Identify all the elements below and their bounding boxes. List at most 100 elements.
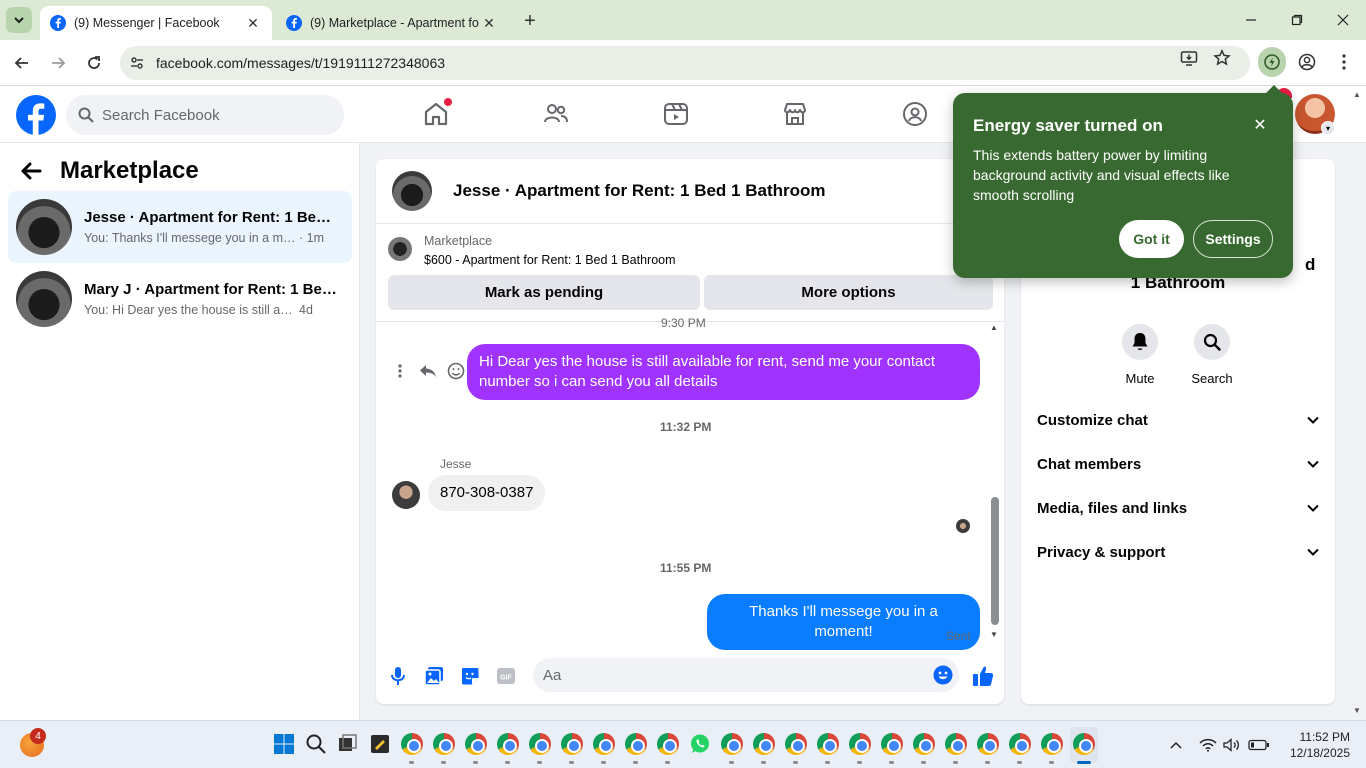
page-scroll-down-icon[interactable]: ▼ (1353, 706, 1363, 716)
reload-button[interactable] (82, 51, 106, 75)
chrome-icon[interactable] (1041, 733, 1063, 755)
chrome-icon[interactable] (561, 733, 583, 755)
back-arrow-icon[interactable] (20, 162, 42, 180)
emoji-icon[interactable] (933, 665, 953, 690)
search-input[interactable] (102, 106, 322, 124)
chrome-icon[interactable] (913, 733, 935, 755)
chrome-icon[interactable] (881, 733, 903, 755)
browser-menu-icon[interactable] (1335, 53, 1353, 71)
back-button[interactable] (10, 51, 34, 75)
chrome-icon[interactable] (529, 733, 551, 755)
media-files-links-row[interactable]: Media, files and links (1037, 493, 1319, 523)
chrome-icon[interactable] (817, 733, 839, 755)
attach-photo-icon[interactable] (422, 664, 446, 688)
more-vertical-icon[interactable] (386, 360, 414, 382)
page-scroll-up-icon[interactable]: ▲ (1353, 90, 1363, 100)
friends-icon[interactable] (542, 100, 570, 128)
chrome-icon[interactable] (785, 733, 807, 755)
more-options-button[interactable]: More options (704, 275, 993, 310)
wifi-icon[interactable] (1198, 735, 1218, 755)
message-input-box[interactable] (533, 658, 959, 692)
got-it-button[interactable]: Got it (1119, 220, 1184, 258)
minimize-button[interactable] (1228, 0, 1274, 40)
running-indicator (921, 761, 926, 764)
chat-title[interactable]: Jesse · Apartment for Rent: 1 Bed 1 Bath… (453, 181, 826, 201)
scroll-up-icon[interactable]: ▲ (990, 323, 998, 332)
listing-summary[interactable]: Marketplace $600 - Apartment for Rent: 1… (388, 234, 676, 267)
customize-chat-row[interactable]: Customize chat (1037, 405, 1319, 435)
chrome-icon[interactable] (721, 733, 743, 755)
gif-icon[interactable]: GIF (494, 664, 518, 688)
like-thumbs-up-icon[interactable] (971, 664, 995, 688)
marketplace-icon[interactable] (781, 100, 809, 128)
voice-clip-icon[interactable] (386, 664, 410, 688)
scroll-down-icon[interactable]: ▼ (990, 630, 998, 639)
listing-thumbnail (388, 237, 412, 261)
search-icon[interactable] (305, 733, 327, 755)
chrome-icon[interactable] (593, 733, 615, 755)
privacy-support-row[interactable]: Privacy & support (1037, 537, 1319, 567)
chat-members-row[interactable]: Chat members (1037, 449, 1319, 479)
close-tab-icon[interactable]: ✕ (244, 14, 262, 32)
system-clock[interactable]: 11:52 PM 12/18/2025 (1284, 729, 1350, 761)
sticker-icon[interactable] (458, 664, 482, 688)
close-window-button[interactable] (1320, 0, 1366, 40)
profile-account-icon[interactable] (1298, 53, 1316, 71)
install-app-icon[interactable] (1180, 49, 1198, 67)
chrome-icon[interactable] (977, 733, 999, 755)
mute-button[interactable]: Mute (1110, 324, 1170, 386)
sticky-notes-icon[interactable] (369, 733, 391, 755)
address-bar[interactable]: facebook.com/messages/t/1919111272348063 (120, 46, 1250, 80)
incoming-message[interactable]: 870-308-0387 (428, 475, 546, 511)
outgoing-message[interactable]: Hi Dear yes the house is still available… (467, 344, 980, 400)
chrome-icon[interactable] (753, 733, 775, 755)
whatsapp-icon[interactable] (689, 733, 711, 755)
tab-messenger[interactable]: (9) Messenger | Facebook ✕ (40, 6, 272, 40)
forward-button[interactable] (46, 51, 70, 75)
chrome-icon[interactable] (1009, 733, 1031, 755)
battery-icon[interactable] (1248, 735, 1270, 755)
show-hidden-icons[interactable] (1166, 735, 1186, 755)
new-tab-button[interactable]: + (519, 10, 541, 32)
listing-thumbnail (16, 199, 72, 255)
energy-saver-button[interactable] (1258, 47, 1286, 77)
conversation-item-mary-j[interactable]: Mary J · Apartment for Rent: 1 Bed... Yo… (8, 263, 352, 335)
chevron-down-icon (14, 17, 24, 24)
react-emoji-icon[interactable] (442, 360, 470, 382)
chrome-icon[interactable] (849, 733, 871, 755)
tab-marketplace[interactable]: (9) Marketplace - Apartment fo ✕ (276, 6, 508, 40)
chrome-icon[interactable] (945, 733, 967, 755)
tab-list-button[interactable] (6, 7, 32, 33)
sender-avatar[interactable] (392, 481, 420, 509)
windows-start-icon[interactable] (273, 733, 295, 755)
chrome-icon[interactable] (465, 733, 487, 755)
message-scrollbar[interactable]: ▲ ▼ (990, 323, 1000, 641)
reply-icon[interactable] (414, 360, 442, 382)
video-icon[interactable] (662, 100, 690, 128)
facebook-search-box[interactable] (66, 95, 344, 135)
volume-icon[interactable] (1222, 735, 1242, 755)
scrollbar-thumb[interactable] (991, 497, 999, 625)
site-info-icon[interactable] (128, 54, 146, 72)
conversation-item-jesse[interactable]: Jesse · Apartment for Rent: 1 Bed 1... Y… (8, 191, 352, 263)
close-popup-icon[interactable]: ✕ (1249, 114, 1271, 136)
chrome-icon[interactable] (625, 733, 647, 755)
message-input[interactable] (543, 666, 913, 684)
facebook-logo-icon[interactable] (16, 95, 56, 135)
search-in-conversation-button[interactable]: Search (1182, 324, 1242, 386)
chrome-icon[interactable] (401, 733, 423, 755)
chat-avatar[interactable] (392, 171, 432, 211)
restore-button[interactable] (1274, 0, 1320, 40)
outgoing-message[interactable]: Thanks I'll messege you in a moment! (707, 594, 980, 650)
account-menu-chevron-icon[interactable]: ▾ (1321, 121, 1335, 135)
chrome-icon[interactable] (497, 733, 519, 755)
task-view-icon[interactable] (337, 733, 359, 755)
chrome-icon[interactable] (657, 733, 679, 755)
close-tab-icon[interactable]: ✕ (480, 14, 498, 32)
bookmark-star-icon[interactable] (1213, 48, 1231, 67)
settings-button[interactable]: Settings (1193, 220, 1273, 258)
mark-as-pending-button[interactable]: Mark as pending (388, 275, 700, 310)
groups-icon[interactable] (901, 100, 929, 128)
chrome-icon[interactable] (433, 733, 455, 755)
chrome-icon-active[interactable] (1073, 733, 1095, 755)
